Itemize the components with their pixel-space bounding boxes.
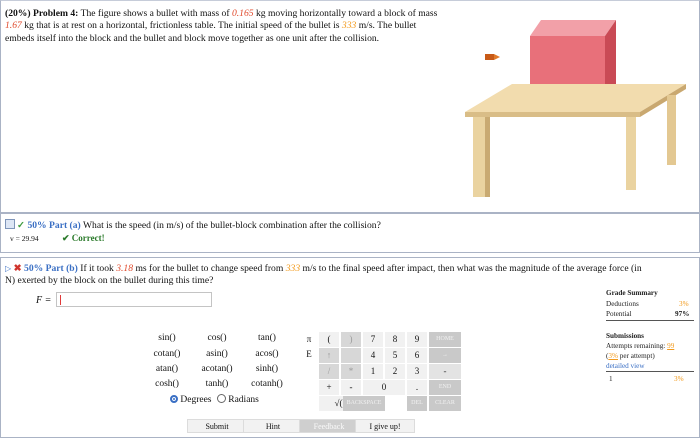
deductions-value: 3%: [679, 300, 689, 308]
deductions-label: Deductions: [606, 300, 639, 308]
blank-key: [341, 348, 361, 363]
degrees-label: Degrees: [180, 395, 212, 405]
part-b-header: ▷ ✖ 50% Part (b) If it took 3.18 ms for …: [5, 263, 642, 274]
dot-button[interactable]: .: [407, 380, 427, 395]
seven-button[interactable]: 7: [363, 332, 383, 347]
three-button[interactable]: 3: [407, 364, 427, 379]
angle-mode: Degrees Radians: [170, 394, 259, 405]
part-b-question-line-2: N) exerted by the block on the bullet du…: [5, 275, 214, 286]
expand-arrow-icon[interactable]: ▷: [5, 264, 11, 273]
feedback-button[interactable]: Feedback: [299, 419, 359, 433]
submission-row-number: 1: [609, 375, 613, 383]
tanh-button[interactable]: tanh(): [192, 379, 242, 389]
grade-divider: [606, 320, 694, 321]
cos-button[interactable]: cos(): [192, 333, 242, 343]
part-a-answer: v = 29.94: [10, 234, 39, 243]
cosh-button[interactable]: cosh(): [142, 379, 192, 389]
part-b-speed-value: 333: [285, 263, 301, 274]
acos-button[interactable]: acos(): [242, 349, 292, 359]
submission-row-value: 3%: [674, 375, 684, 383]
potential-value: 97%: [675, 310, 690, 318]
nine-button[interactable]: 9: [407, 332, 427, 347]
plus-button[interactable]: +: [319, 380, 339, 395]
clear-button[interactable]: CLEAR: [429, 396, 461, 411]
part-a-header: ✓ 50% Part (a) What is the speed (in m/s…: [5, 219, 381, 231]
zero-button[interactable]: 0: [363, 380, 405, 395]
part-a-percent: 50% Part (a): [27, 220, 81, 231]
degrees-radio[interactable]: [170, 395, 178, 403]
cotanh-button[interactable]: cotanh(): [242, 379, 292, 389]
detailed-view-link[interactable]: detailed view: [606, 362, 645, 370]
attempts-value: 99: [667, 342, 675, 350]
del-button[interactable]: DEL: [407, 396, 427, 411]
atan-button[interactable]: atan(): [142, 364, 192, 374]
sin-button[interactable]: sin(): [142, 333, 192, 343]
submissions-title: Submissions: [606, 332, 644, 340]
text-caret: [60, 295, 61, 305]
correct-status: ✔ Correct!: [62, 233, 105, 243]
radians-radio[interactable]: [216, 394, 226, 403]
incorrect-icon: ✖: [13, 263, 22, 274]
five-button[interactable]: 5: [385, 348, 405, 363]
potential-label: Potential: [606, 310, 632, 318]
collision-time-value: 3.18: [116, 263, 134, 274]
end-button[interactable]: END: [429, 380, 461, 395]
two-button[interactable]: 2: [385, 364, 405, 379]
part-a-toggle-icon[interactable]: [5, 219, 15, 229]
acotan-button[interactable]: acotan(): [192, 364, 242, 374]
attempts-label: Attempts remaining:: [606, 342, 666, 350]
radians-label: Radians: [228, 395, 259, 405]
part-b-text-3: m/s to the final speed after impact, the…: [302, 263, 642, 274]
per-attempt-suffix: per attempt): [618, 352, 655, 360]
give-up-button[interactable]: I give up!: [355, 419, 415, 433]
part-b-text-2: ms for the bullet to change speed from: [135, 263, 284, 274]
e-button[interactable]: E: [299, 347, 319, 362]
open-paren-button[interactable]: (: [319, 332, 339, 347]
part-b-text-1: If it took: [80, 263, 114, 274]
up-arrow-button[interactable]: ↑: [319, 348, 339, 363]
hint-button[interactable]: Hint: [243, 419, 303, 433]
submit-button[interactable]: Submit: [187, 419, 247, 433]
dash-button[interactable]: -: [341, 380, 361, 395]
attempts-remaining: Attempts remaining: 99: [606, 342, 674, 350]
slash-button[interactable]: /: [319, 364, 339, 379]
home-button[interactable]: HOME: [429, 332, 461, 347]
force-input[interactable]: [56, 292, 212, 307]
close-paren-button[interactable]: ): [341, 332, 361, 347]
cotan-button[interactable]: cotan(): [142, 349, 192, 359]
part-b-percent: 50% Part (b): [24, 263, 78, 274]
asin-button[interactable]: asin(): [192, 349, 242, 359]
pi-button[interactable]: π: [299, 332, 319, 347]
right-arrow-button[interactable]: →: [429, 348, 461, 363]
six-button[interactable]: 6: [407, 348, 427, 363]
part-a-question: What is the speed (in m/s) of the bullet…: [82, 220, 381, 231]
backspace-button[interactable]: BACKSPACE: [343, 396, 385, 411]
table-shape: [465, 84, 686, 197]
grade-summary-title: Grade Summary: [606, 289, 658, 297]
bullet-icon: [485, 54, 500, 60]
one-button[interactable]: 1: [363, 364, 383, 379]
sinh-button[interactable]: sinh(): [242, 364, 292, 374]
tan-button[interactable]: tan(): [242, 333, 292, 343]
bullet-block-figure: [465, 20, 686, 197]
star-button[interactable]: *: [341, 364, 361, 379]
per-attempt-line: (3% per attempt): [606, 352, 655, 360]
submissions-divider: [606, 371, 694, 372]
four-button[interactable]: 4: [363, 348, 383, 363]
check-icon: ✓: [17, 220, 26, 231]
minus-button[interactable]: -: [429, 364, 461, 379]
eight-button[interactable]: 8: [385, 332, 405, 347]
per-attempt-pct: 3%: [608, 352, 618, 360]
force-input-label: F =: [36, 295, 52, 306]
